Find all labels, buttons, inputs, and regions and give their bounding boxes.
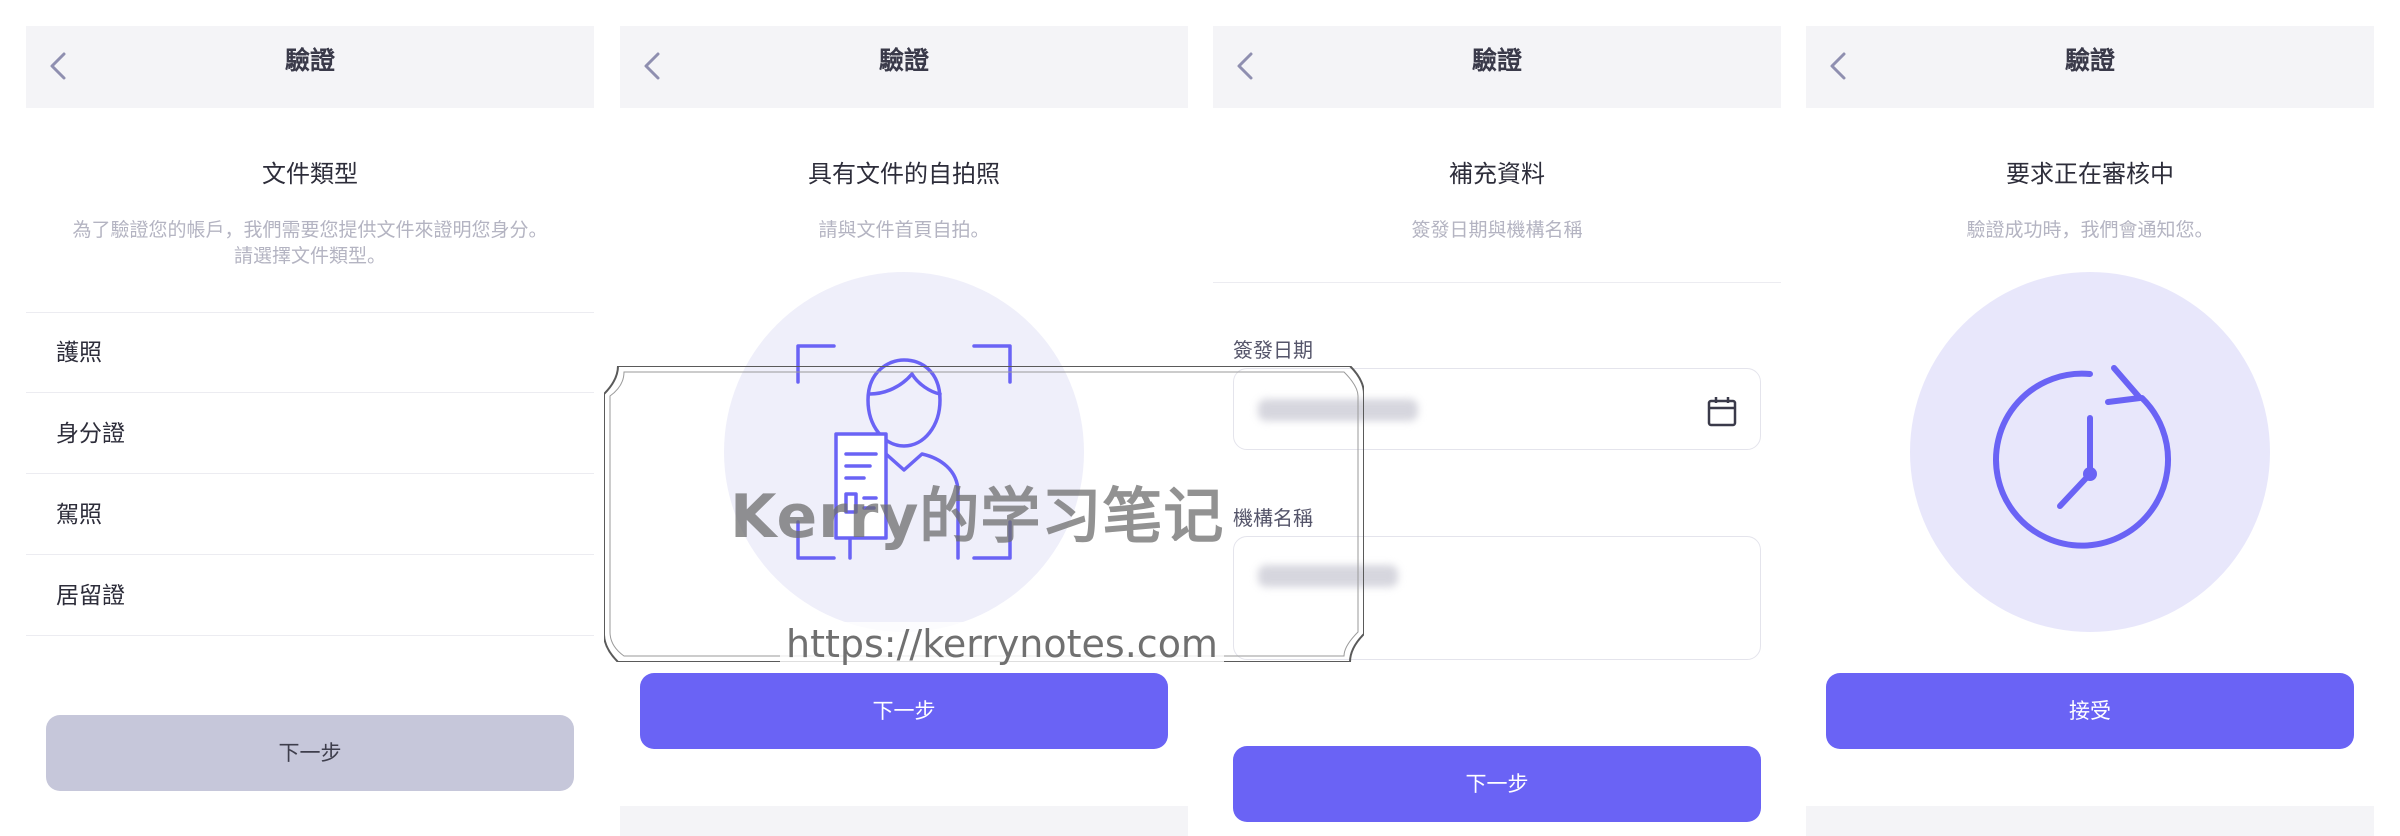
header-title: 驗證 bbox=[1471, 46, 1522, 75]
header-title: 驗證 bbox=[2064, 46, 2115, 75]
calendar-icon[interactable] bbox=[1704, 393, 1740, 429]
option-label: 駕照 bbox=[56, 502, 102, 528]
header-bar: 驗證 bbox=[620, 26, 1188, 108]
header-bar: 驗證 bbox=[26, 26, 594, 108]
header-title: 驗證 bbox=[878, 46, 929, 75]
option-label: 身分證 bbox=[56, 421, 125, 447]
option-label: 居留證 bbox=[56, 583, 125, 609]
page-subtitle-line2: 請選擇文件類型。 bbox=[233, 245, 386, 267]
issue-date-field[interactable] bbox=[1233, 368, 1761, 450]
page-subtitle: 請與文件首頁自拍。 bbox=[818, 219, 990, 241]
next-button[interactable]: 下一步 bbox=[46, 715, 574, 791]
option-residence-permit[interactable]: 居留證 bbox=[26, 556, 594, 636]
issue-date-label: 簽發日期 bbox=[1233, 338, 1313, 362]
review-pending-screen: 驗證 要求正在審核中 驗證成功時，我們會通知您。 接受 bbox=[1806, 26, 2374, 836]
option-id-card[interactable]: 身分證 bbox=[26, 394, 594, 474]
selfie-with-document-icon bbox=[796, 344, 1012, 560]
page-title: 要求正在審核中 bbox=[2006, 160, 2174, 188]
organization-name-label: 機構名稱 bbox=[1233, 506, 1313, 530]
organization-name-field[interactable] bbox=[1233, 536, 1761, 660]
divider bbox=[1213, 282, 1781, 283]
option-passport[interactable]: 護照 bbox=[26, 313, 594, 393]
option-driver-license[interactable]: 駕照 bbox=[26, 475, 594, 555]
clock-refresh-icon bbox=[1993, 365, 2172, 549]
accept-button[interactable]: 接受 bbox=[1826, 673, 2354, 749]
selfie-screen: 驗證 具有文件的自拍照 請與文件首頁自拍。 下一步 bbox=[620, 26, 1188, 836]
page-subtitle: 簽發日期與機構名稱 bbox=[1411, 219, 1583, 241]
footer-strip bbox=[1806, 806, 2374, 836]
page-title: 文件類型 bbox=[262, 160, 358, 188]
next-button[interactable]: 下一步 bbox=[1233, 746, 1761, 822]
next-button[interactable]: 下一步 bbox=[640, 673, 1168, 749]
header-bar: 驗證 bbox=[1806, 26, 2374, 108]
additional-info-screen: 驗證 補充資料 簽發日期與機構名稱 簽發日期 機構名稱 下一步 bbox=[1213, 26, 1781, 836]
page-title: 補充資料 bbox=[1449, 160, 1545, 188]
redacted-organization-value bbox=[1258, 565, 1398, 587]
footer-strip bbox=[620, 806, 1188, 836]
page-subtitle-line1: 為了驗證您的帳戶，我們需要您提供文件來證明您身分。 bbox=[72, 219, 548, 241]
header-bar: 驗證 bbox=[1213, 26, 1781, 108]
document-type-screen: 驗證 文件類型 為了驗證您的帳戶，我們需要您提供文件來證明您身分。 請選擇文件類… bbox=[26, 26, 594, 836]
option-label: 護照 bbox=[56, 340, 102, 366]
page-title: 具有文件的自拍照 bbox=[808, 160, 1000, 188]
header-title: 驗證 bbox=[284, 46, 335, 75]
page-subtitle: 驗證成功時，我們會通知您。 bbox=[1966, 219, 2214, 241]
redacted-date-value bbox=[1258, 399, 1418, 421]
